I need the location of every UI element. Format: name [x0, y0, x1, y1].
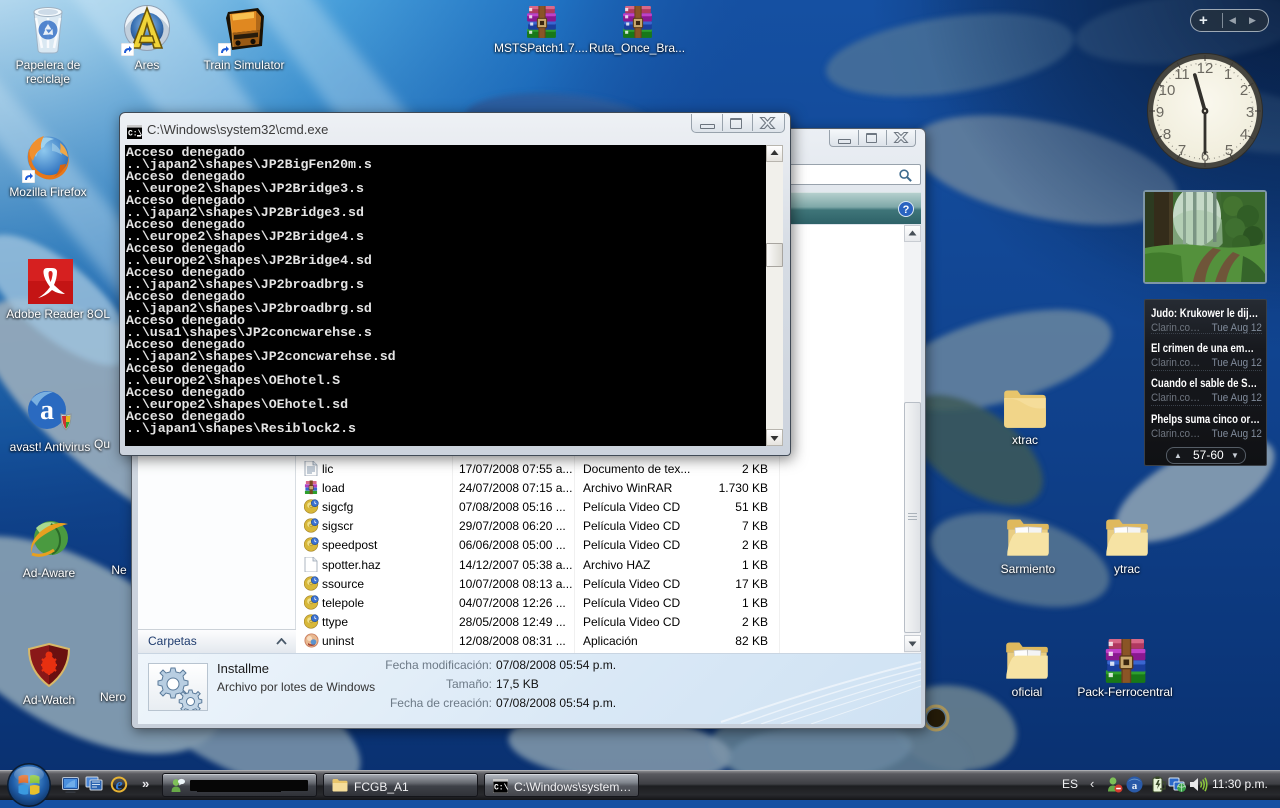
svg-text:a: a: [40, 395, 54, 426]
svg-text:2: 2: [1240, 82, 1248, 99]
svg-text:8: 8: [1163, 126, 1171, 143]
svg-text:1: 1: [1224, 66, 1232, 83]
svg-text:4: 4: [1240, 126, 1248, 143]
svg-text:5: 5: [1225, 142, 1233, 159]
svg-text:?: ?: [903, 204, 910, 216]
svg-text:12: 12: [1197, 60, 1214, 77]
svg-text:3: 3: [1246, 104, 1254, 121]
svg-text:9: 9: [1156, 104, 1164, 121]
svg-text:e: e: [115, 777, 122, 794]
svg-text:a: a: [1132, 780, 1138, 792]
svg-text:C:\: C:\: [128, 130, 142, 139]
svg-text:C:\: C:\: [494, 784, 508, 793]
